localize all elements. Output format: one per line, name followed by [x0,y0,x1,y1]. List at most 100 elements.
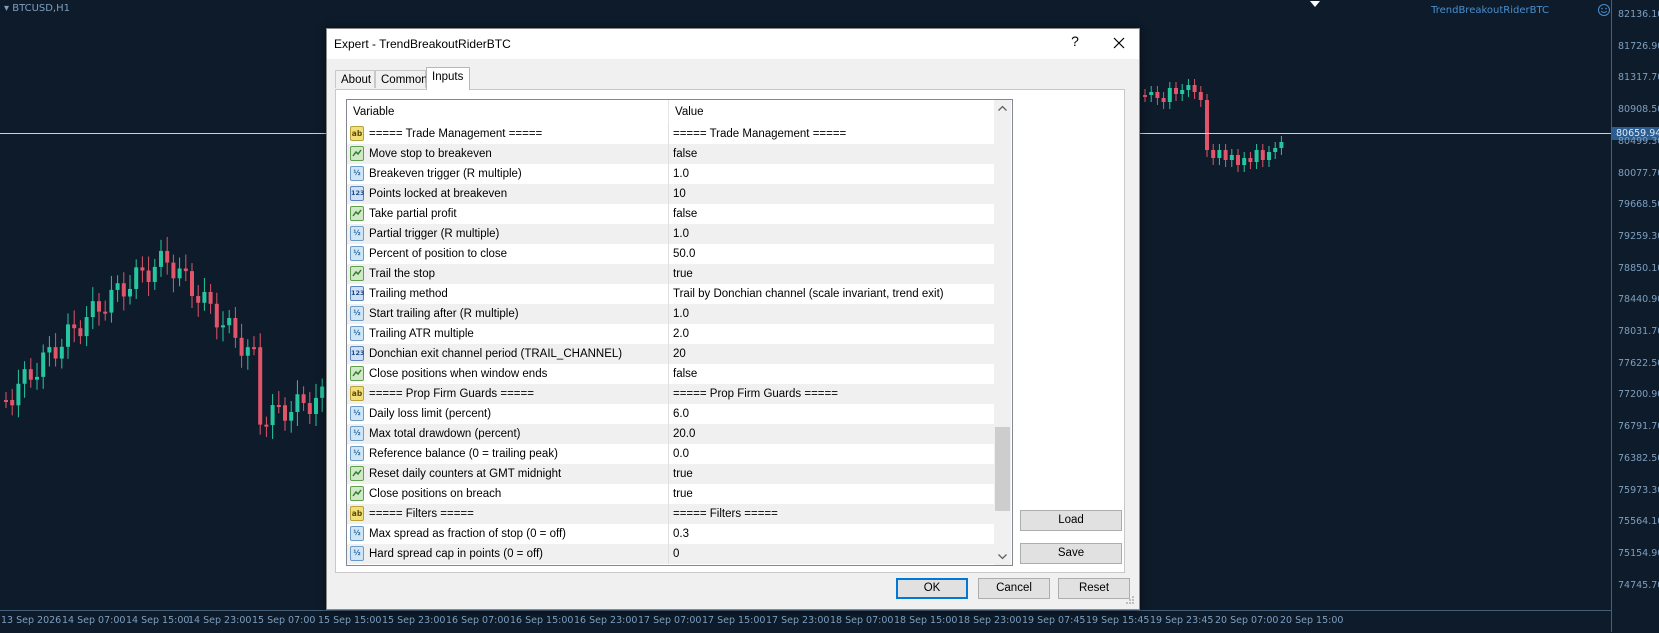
value-cell[interactable]: true [669,264,994,284]
double-type-icon: ½ [350,546,364,561]
variable-cell: ½ Partial trigger (R multiple) [347,224,669,244]
price-tick-label: 79259.30 [1618,230,1659,242]
close-button[interactable] [1105,30,1133,56]
input-row[interactable]: ½ Reference balance (0 = trailing peak) 0.… [347,444,994,464]
input-row[interactable]: ½ Daily loss limit (percent) 6.0 [347,404,994,424]
load-button[interactable]: Load [1020,510,1122,531]
price-tick-label: 74745.70 [1618,579,1659,591]
candle-body [4,400,8,402]
value-cell[interactable]: 1.0 [669,304,994,324]
input-row[interactable]: ½ Start trailing after (R multiple) 1.0 [347,304,994,324]
input-row[interactable]: ½ Max total drawdown (percent) 20.0 [347,424,994,444]
candle-body [47,347,52,353]
value-cell[interactable]: 50.0 [669,244,994,264]
input-row[interactable]: Trail the stop true [347,264,994,284]
input-row[interactable]: ½ Percent of position to close 50.0 [347,244,994,264]
resize-grip-icon[interactable] [1125,595,1135,605]
value-cell[interactable]: 1.0 [669,164,994,184]
value-cell[interactable]: 0.0 [669,444,994,464]
value-cell[interactable]: false [669,204,994,224]
scroll-up-button[interactable] [994,100,1011,117]
time-axis: 13 Sep 2026 14 Sep 07:00 14 Sep 15:00 14 Se… [0,610,1611,633]
input-row[interactable]: Close positions when window ends false [347,364,994,384]
input-row[interactable]: Move stop to breakeven false [347,144,994,164]
input-row[interactable]: 123 Trailing method Trail by Donchian chan… [347,284,994,304]
variable-name: ===== Prop Firm Guards ===== [369,388,534,400]
scroll-down-button[interactable] [994,548,1011,565]
column-header-variable[interactable]: Variable [347,100,669,124]
chart-symbol-label[interactable]: ▾ BTCUSD,H1 [4,3,70,14]
candle-body [307,403,312,414]
time-tick-label: 20 Sep 07:00 [1215,615,1279,626]
chevron-down-icon [998,554,1007,560]
candle-body [289,411,294,421]
time-tick-label: 19 Sep 07:45 [1022,615,1086,626]
value-cell[interactable]: 0.3 [669,524,994,544]
candle-body [190,271,194,297]
save-button[interactable]: Save [1020,543,1122,564]
variable-cell: ½ Daily loss limit (percent) [347,404,669,424]
variable-cell: 123 Donchian exit channel period (TRAIL_C… [347,344,669,364]
value-cell[interactable]: Trail by Donchian channel (scale invaria… [669,284,994,304]
price-axis[interactable]: 80659.94 82136.10 81726.90 81317.70 80908.5… [1611,0,1659,632]
input-row[interactable]: Reset daily counters at GMT midnight true [347,464,994,484]
candle-body [1167,88,1172,102]
value-cell[interactable]: 10 [669,184,994,204]
value-cell[interactable]: true [669,464,994,484]
input-row[interactable]: ½ Max spread as fraction of stop (0 = off… [347,524,994,544]
time-tick-label: 18 Sep 23:00 [958,615,1022,626]
input-row[interactable]: ab ===== Prop Firm Guards ===== ===== Prop… [347,384,994,404]
grid-scrollbar[interactable] [994,100,1011,565]
scroll-thumb[interactable] [995,427,1010,511]
dialog-titlebar[interactable]: Expert - TrendBreakoutRiderBTC ? [327,29,1139,59]
input-row[interactable]: Take partial profit false [347,204,994,224]
candle-body [1229,155,1234,160]
price-tick-label: 75154.90 [1618,547,1659,559]
double-type-icon: ½ [350,246,364,261]
input-row[interactable]: ½ Breakeven trigger (R multiple) 1.0 [347,164,994,184]
value-cell[interactable]: ===== Prop Firm Guards ===== [669,384,994,404]
help-button[interactable]: ? [1065,33,1085,49]
string-type-icon: ab [350,386,364,401]
candle-body [109,289,114,313]
input-row[interactable]: ½ Partial trigger (R multiple) 1.0 [347,224,994,244]
candle-body [301,394,306,404]
input-row[interactable]: 123 Donchian exit channel period (TRAIL_C… [347,344,994,364]
column-header-value[interactable]: Value [669,100,994,124]
value-cell[interactable]: false [669,144,994,164]
value-cell[interactable]: true [669,484,994,504]
reset-button[interactable]: Reset [1058,578,1130,599]
candle-body [1205,100,1209,150]
input-row[interactable]: ½ Trailing ATR multiple 2.0 [347,324,994,344]
input-row[interactable]: 123 Points locked at breakeven 10 [347,184,994,204]
value-cell[interactable]: 2.0 [669,324,994,344]
value-cell[interactable]: 20 [669,344,994,364]
candle-body [1211,150,1216,158]
input-row[interactable]: Close positions on breach true [347,484,994,504]
value-cell[interactable]: ===== Filters ===== [669,504,994,524]
value-cell[interactable]: false [669,364,994,384]
ok-button[interactable]: OK [896,578,968,599]
string-type-icon: ab [350,506,364,521]
value-cell[interactable]: ===== Trade Management ===== [669,124,994,144]
tab-common[interactable]: Common [375,70,428,88]
variable-name: Trailing ATR multiple [369,328,474,340]
smiley-icon[interactable] [1597,3,1611,17]
tab-about[interactable]: About [335,70,375,88]
candle-body [134,267,139,289]
value-cell[interactable]: 0 [669,544,994,564]
input-row[interactable]: ½ Hard spread cap in points (0 = off) 0 [347,544,994,564]
time-tick-label: 13 Sep 2026 [1,615,62,626]
variable-cell: Reset daily counters at GMT midnight [347,464,669,484]
tab-inputs[interactable]: Inputs [426,67,470,90]
cancel-button[interactable]: Cancel [978,578,1050,599]
input-row[interactable]: ab ===== Trade Management ===== ===== Trad… [347,124,994,144]
price-tick-label: 81726.90 [1618,40,1659,52]
close-icon [1113,37,1125,49]
value-cell[interactable]: 20.0 [669,424,994,444]
input-row[interactable]: ab ===== Filters ===== ===== Filters ===== [347,504,994,524]
candle-body [1273,148,1278,152]
value-cell[interactable]: 6.0 [669,404,994,424]
candle-body [1248,158,1253,162]
value-cell[interactable]: 1.0 [669,224,994,244]
